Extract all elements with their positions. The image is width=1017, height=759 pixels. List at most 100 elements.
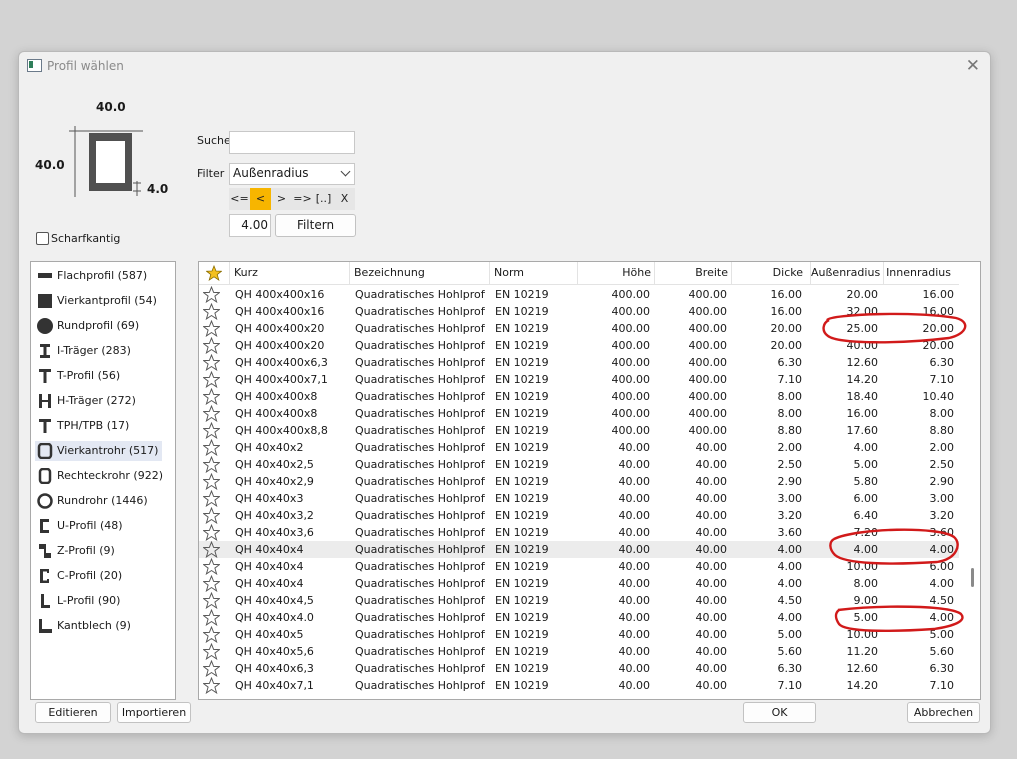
favorite-star-icon[interactable] xyxy=(203,439,220,456)
table-row[interactable]: QH 40x40x5 Quadratisches Hohlprofi... EN 1… xyxy=(199,626,959,643)
table-row[interactable]: QH 40x40x3,6 Quadratisches Hohlprofi... EN… xyxy=(199,524,959,541)
table-row[interactable]: QH 400x400x6,3 Quadratisches Hohlprofi...… xyxy=(199,354,959,371)
category-item[interactable]: Rechteckrohr (922) xyxy=(35,466,167,486)
table-row[interactable]: QH 40x40x4 Quadratisches Hohlprofi... EN 1… xyxy=(199,541,959,558)
favorite-star-icon[interactable] xyxy=(203,286,220,303)
table-row[interactable]: QH 40x40x2,5 Quadratisches Hohlprofi... EN… xyxy=(199,456,959,473)
category-item[interactable]: Rundrohr (1446) xyxy=(35,491,152,511)
table-row[interactable]: QH 400x400x8,8 Quadratisches Hohlprofi...… xyxy=(199,422,959,439)
op-greater-equal-button[interactable]: => xyxy=(292,188,313,210)
table-row[interactable]: QH 40x40x4 Quadratisches Hohlprofi... EN 1… xyxy=(199,558,959,575)
scrollbar-thumb[interactable] xyxy=(971,568,974,587)
favorite-star-icon[interactable] xyxy=(203,405,220,422)
column-header-bezeichnung[interactable]: Bezeichnung xyxy=(349,262,487,284)
column-header-hoehe[interactable]: Höhe xyxy=(577,262,659,284)
table-row[interactable]: QH 400x400x20 Quadratisches Hohlprofi... E… xyxy=(199,320,959,337)
table-row[interactable]: QH 40x40x6,3 Quadratisches Hohlprofi... EN… xyxy=(199,660,959,677)
column-header-innenradius[interactable]: Innenradius xyxy=(883,262,959,284)
category-item[interactable]: Vierkantprofil (54) xyxy=(35,291,161,311)
search-input[interactable] xyxy=(229,131,355,154)
close-icon[interactable]: ✕ xyxy=(966,56,980,76)
table-row[interactable]: QH 40x40x7,1 Quadratisches Hohlprofi... EN… xyxy=(199,677,959,694)
table-row[interactable]: QH 40x40x4 Quadratisches Hohlprofi... EN 1… xyxy=(199,575,959,592)
cell-innenradius: 4.00 xyxy=(929,611,955,624)
favorite-star-icon[interactable] xyxy=(203,660,220,677)
category-item[interactable]: TPH/TPB (17) xyxy=(35,416,133,436)
op-less-button[interactable]: < xyxy=(250,188,271,210)
category-item[interactable]: Z-Profil (9) xyxy=(35,541,119,561)
favorite-star-icon[interactable] xyxy=(203,524,220,541)
favorite-star-icon[interactable] xyxy=(203,320,220,337)
favorite-star-icon[interactable] xyxy=(203,303,220,320)
favorite-star-icon[interactable] xyxy=(203,541,220,558)
sharp-edge-checkbox[interactable] xyxy=(36,232,49,245)
cell-kurz: QH 40x40x2 xyxy=(235,441,304,454)
favorite-star-icon[interactable] xyxy=(203,354,220,371)
column-header-breite[interactable]: Breite xyxy=(654,262,736,284)
edit-button[interactable]: Editieren xyxy=(35,702,111,723)
table-row[interactable]: QH 40x40x4.0 Quadratisches Hohlprofi... EN… xyxy=(199,609,959,626)
table-row[interactable]: QH 400x400x8 Quadratisches Hohlprofi... EN… xyxy=(199,405,959,422)
column-header-aussenradius[interactable]: Außenradius xyxy=(810,262,887,284)
table-row[interactable]: QH 40x40x2 Quadratisches Hohlprofi... EN 1… xyxy=(199,439,959,456)
favorite-star-icon[interactable] xyxy=(203,456,220,473)
category-item[interactable]: U-Profil (48) xyxy=(35,516,127,536)
favorite-star-icon[interactable] xyxy=(203,643,220,660)
favorite-star-icon[interactable] xyxy=(206,265,222,281)
favorite-star-icon[interactable] xyxy=(203,507,220,524)
cell-dicke: 2.00 xyxy=(777,441,803,454)
table-row[interactable]: QH 40x40x5,6 Quadratisches Hohlprofi... EN… xyxy=(199,643,959,660)
cell-dicke: 16.00 xyxy=(770,305,803,318)
table-row[interactable]: QH 400x400x16 Quadratisches Hohlprofi... E… xyxy=(199,286,959,303)
column-header-kurz[interactable]: Kurz xyxy=(229,262,347,284)
favorite-star-icon[interactable] xyxy=(203,626,220,643)
table-row[interactable]: QH 40x40x3 Quadratisches Hohlprofi... EN 1… xyxy=(199,490,959,507)
filter-apply-button[interactable]: Filtern xyxy=(275,214,356,237)
favorite-star-icon[interactable] xyxy=(203,609,220,626)
favorite-star-icon[interactable] xyxy=(203,388,220,405)
category-item[interactable]: Flachprofil (587) xyxy=(35,266,151,286)
table-row[interactable]: QH 400x400x16 Quadratisches Hohlprofi... E… xyxy=(199,303,959,320)
ok-button[interactable]: OK xyxy=(743,702,816,723)
cell-norm: EN 10219 xyxy=(495,662,549,675)
favorite-star-icon[interactable] xyxy=(203,677,220,694)
category-item[interactable]: Vierkantrohr (517) xyxy=(35,441,163,461)
table-row[interactable]: QH 40x40x3,2 Quadratisches Hohlprofi... EN… xyxy=(199,507,959,524)
op-less-equal-button[interactable]: <= xyxy=(229,188,250,210)
category-item[interactable]: Rundprofil (69) xyxy=(35,316,143,336)
table-row[interactable]: QH 40x40x2,9 Quadratisches Hohlprofi... EN… xyxy=(199,473,959,490)
column-header-dicke[interactable]: Dicke xyxy=(731,262,811,284)
favorite-star-icon[interactable] xyxy=(203,490,220,507)
favorite-star-icon[interactable] xyxy=(203,558,220,575)
cell-kurz: QH 400x400x20 xyxy=(235,322,325,335)
favorite-star-icon[interactable] xyxy=(203,337,220,354)
table-row[interactable]: QH 400x400x7,1 Quadratisches Hohlprofi...… xyxy=(199,371,959,388)
cell-hoehe: 40.00 xyxy=(618,577,651,590)
favorite-star-icon[interactable] xyxy=(203,371,220,388)
filter-select[interactable]: Außenradius xyxy=(229,163,355,185)
cancel-button[interactable]: Abbrechen xyxy=(907,702,980,723)
category-item[interactable]: I-Träger (283) xyxy=(35,341,135,361)
filter-value-input[interactable]: 4.00 xyxy=(229,214,271,237)
favorite-star-icon[interactable] xyxy=(203,422,220,439)
column-header-norm[interactable]: Norm xyxy=(489,262,578,284)
op-clear-button[interactable]: X xyxy=(334,188,355,210)
cell-norm: EN 10219 xyxy=(495,577,549,590)
category-item[interactable]: H-Träger (272) xyxy=(35,391,140,411)
cell-bezeichnung: Quadratisches Hohlprofi... xyxy=(355,492,485,505)
favorite-star-icon[interactable] xyxy=(203,575,220,592)
category-item[interactable]: T-Profil (56) xyxy=(35,366,124,386)
table-scrollbar[interactable] xyxy=(968,286,978,696)
import-button[interactable]: Importieren xyxy=(117,702,191,723)
table-row[interactable]: QH 40x40x4,5 Quadratisches Hohlprofi... EN… xyxy=(199,592,959,609)
op-greater-button[interactable]: > xyxy=(271,188,292,210)
favorite-star-icon[interactable] xyxy=(203,473,220,490)
table-row[interactable]: QH 400x400x8 Quadratisches Hohlprofi... EN… xyxy=(199,388,959,405)
category-item[interactable]: L-Profil (90) xyxy=(35,591,124,611)
favorite-star-icon[interactable] xyxy=(203,592,220,609)
category-label: Rechteckrohr (922) xyxy=(57,469,164,482)
table-row[interactable]: QH 400x400x20 Quadratisches Hohlprofi... E… xyxy=(199,337,959,354)
category-item[interactable]: Kantblech (9) xyxy=(35,616,135,636)
category-item[interactable]: C-Profil (20) xyxy=(35,566,126,586)
op-range-button[interactable]: [..] xyxy=(313,188,334,210)
